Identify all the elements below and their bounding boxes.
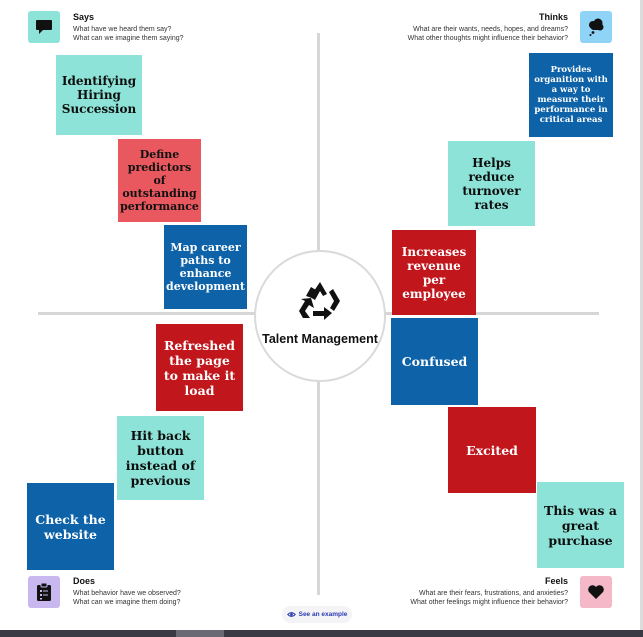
thinks-question-1: What are their wants, needs, hopes, and … <box>413 26 568 33</box>
sticky-note-text: Map career paths to enhance development <box>166 241 246 293</box>
see-example-button[interactable]: See an example <box>282 606 352 623</box>
sticky-note[interactable]: Map career paths to enhance development <box>164 225 247 309</box>
does-icon-box <box>28 576 60 608</box>
empathy-map-canvas: Says What have we heard them say? What c… <box>0 0 643 637</box>
speech-bubble-icon <box>36 20 52 34</box>
sticky-note[interactable]: Identifying Hiring Succession <box>56 55 142 135</box>
sticky-note-text: Check the website <box>35 511 106 542</box>
thinks-title: Thinks <box>538 12 568 22</box>
thought-cloud-icon <box>589 18 604 36</box>
sticky-note[interactable]: Refreshed the page to make it load <box>156 324 243 411</box>
center-topic-circle[interactable]: Talent Management <box>254 250 386 382</box>
does-question-1: What behavior have we observed? <box>73 590 181 597</box>
sticky-note[interactable]: This was a great purchase <box>537 482 624 568</box>
does-title: Does <box>73 576 96 586</box>
does-question-2: What can we imagine them doing? <box>73 599 181 606</box>
does-header: Does What behavior have we observed? Wha… <box>73 576 181 607</box>
says-title: Says <box>73 12 95 22</box>
feels-title: Feels <box>544 576 568 586</box>
thinks-question-2: What other thoughts might influence thei… <box>407 35 568 42</box>
sticky-note-text: Increases revenue per employee <box>401 244 467 301</box>
recycle-icon <box>299 282 340 320</box>
says-header: Says What have we heard them say? What c… <box>73 12 184 43</box>
sticky-note[interactable]: Hit back button instead of previous <box>117 416 204 500</box>
feels-icon-box <box>580 576 612 608</box>
sticky-note-text: Helps reduce turnover rates <box>462 155 521 212</box>
bottom-taskbar <box>0 630 643 637</box>
taskbar-active-segment[interactable] <box>176 630 224 637</box>
sticky-note-text: Refreshed the page to make it load <box>163 337 236 398</box>
sticky-note-text: Identifying Hiring Succession <box>61 74 137 116</box>
sticky-note[interactable]: Increases revenue per employee <box>392 230 476 315</box>
sticky-note-text: Excited <box>466 442 518 458</box>
sticky-note-text: Confused <box>401 354 468 369</box>
feels-question-1: What are their fears, frustrations, and … <box>418 590 568 597</box>
thinks-icon-box <box>580 11 612 43</box>
sticky-note-text: Define predictors of outstanding perform… <box>120 148 199 213</box>
sticky-note-text: Provides organition with a way to measur… <box>534 65 608 125</box>
sticky-note[interactable]: Check the website <box>27 483 114 570</box>
sticky-note-text: Hit back button instead of previous <box>125 428 196 488</box>
says-question-2: What can we imagine them saying? <box>73 35 184 42</box>
thinks-header: Thinks What are their wants, needs, hope… <box>408 12 568 43</box>
sticky-note[interactable]: Provides organition with a way to measur… <box>529 53 613 137</box>
center-title: Talent Management <box>262 332 378 346</box>
feels-header: Feels What are their fears, frustrations… <box>410 576 568 607</box>
heart-icon <box>588 585 604 599</box>
says-icon-box <box>28 11 60 43</box>
sticky-note-text: This was a great purchase <box>544 502 617 548</box>
sticky-note[interactable]: Excited <box>448 407 536 493</box>
sticky-note[interactable]: Confused <box>391 318 478 405</box>
feels-question-2: What other feelings might influence thei… <box>410 599 568 606</box>
sticky-note[interactable]: Define predictors of outstanding perform… <box>118 139 201 222</box>
clipboard-icon <box>37 582 51 601</box>
sticky-note[interactable]: Helps reduce turnover rates <box>448 141 535 226</box>
eye-icon <box>286 612 296 617</box>
says-question-1: What have we heard them say? <box>73 26 172 33</box>
see-example-label: See an example <box>298 611 348 618</box>
